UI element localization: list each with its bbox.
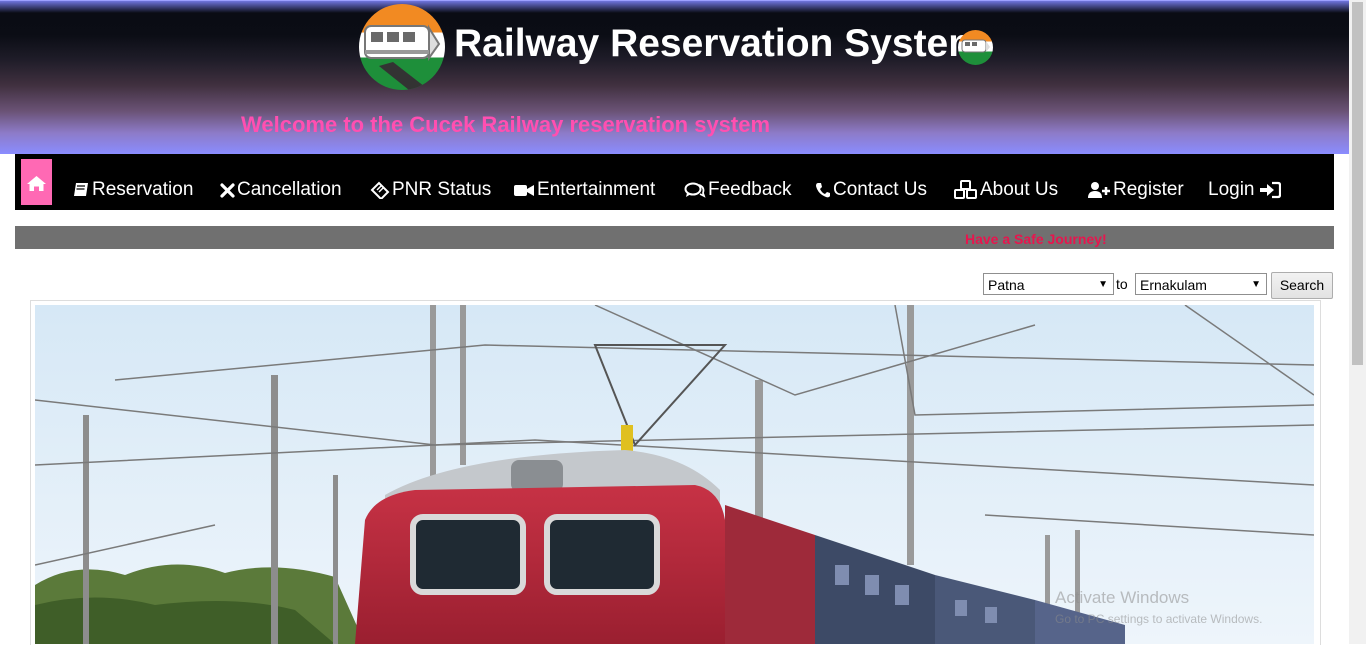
nav-home-button[interactable] <box>21 159 52 205</box>
ticket-icon <box>370 181 390 199</box>
ticker-bar <box>15 226 1334 249</box>
activate-windows-subtext: Go to PC settings to activate Windows. <box>1055 612 1263 626</box>
nav-reservation[interactable]: Reservation <box>72 172 193 208</box>
book-icon <box>74 183 88 196</box>
ticker-message: Have a Safe Journey! <box>965 231 1107 247</box>
nav-register[interactable]: Register <box>1087 172 1184 208</box>
scrollbar-thumb[interactable] <box>1352 2 1363 365</box>
nav-register-label: Register <box>1113 179 1184 200</box>
search-button[interactable]: Search <box>1271 272 1333 299</box>
close-icon <box>220 183 235 198</box>
nav-pnr-status-label: PNR Status <box>392 179 492 200</box>
from-station-select[interactable]: Patna ▼ <box>983 273 1114 295</box>
nav-login-label: Login <box>1208 179 1255 200</box>
nav-pnr-status[interactable]: PNR Status <box>370 172 491 208</box>
nav-reservation-label: Reservation <box>92 179 194 200</box>
nav-login[interactable]: Login <box>1208 172 1283 208</box>
railway-logo-small-icon <box>958 30 993 65</box>
from-station-value: Patna <box>988 277 1025 293</box>
to-station-select[interactable]: Ernakulam ▼ <box>1135 273 1267 295</box>
nav-cancellation-label: Cancellation <box>237 179 342 200</box>
welcome-message: Welcome to the Cucek Railway reservation… <box>241 112 771 137</box>
nav-entertainment[interactable]: Entertainment <box>513 172 655 208</box>
user-plus-icon <box>1088 182 1110 198</box>
nav-feedback-label: Feedback <box>708 179 792 200</box>
railway-logo-icon <box>359 4 445 90</box>
dropdown-arrow-icon: ▼ <box>1251 279 1261 290</box>
phone-icon <box>816 183 830 198</box>
nav-about-us-label: About Us <box>980 179 1059 200</box>
nav-contact-us-label: Contact Us <box>833 179 927 200</box>
home-icon <box>27 176 46 191</box>
cubes-icon <box>954 180 977 199</box>
nav-entertainment-label: Entertainment <box>537 179 656 200</box>
nav-contact-us[interactable]: Contact Us <box>815 172 927 208</box>
to-station-value: Ernakulam <box>1140 277 1207 293</box>
page-title: Railway Reservation System <box>454 22 983 65</box>
sign-in-icon <box>1259 181 1281 199</box>
dropdown-arrow-icon: ▼ <box>1098 279 1108 290</box>
nav-cancellation[interactable]: Cancellation <box>220 172 342 208</box>
to-label: to <box>1116 276 1128 292</box>
comments-icon <box>684 182 706 198</box>
video-camera-icon <box>514 185 534 196</box>
nav-feedback[interactable]: Feedback <box>684 172 791 208</box>
nav-about-us[interactable]: About Us <box>953 172 1058 208</box>
activate-windows-watermark: Activate Windows <box>1055 588 1190 607</box>
